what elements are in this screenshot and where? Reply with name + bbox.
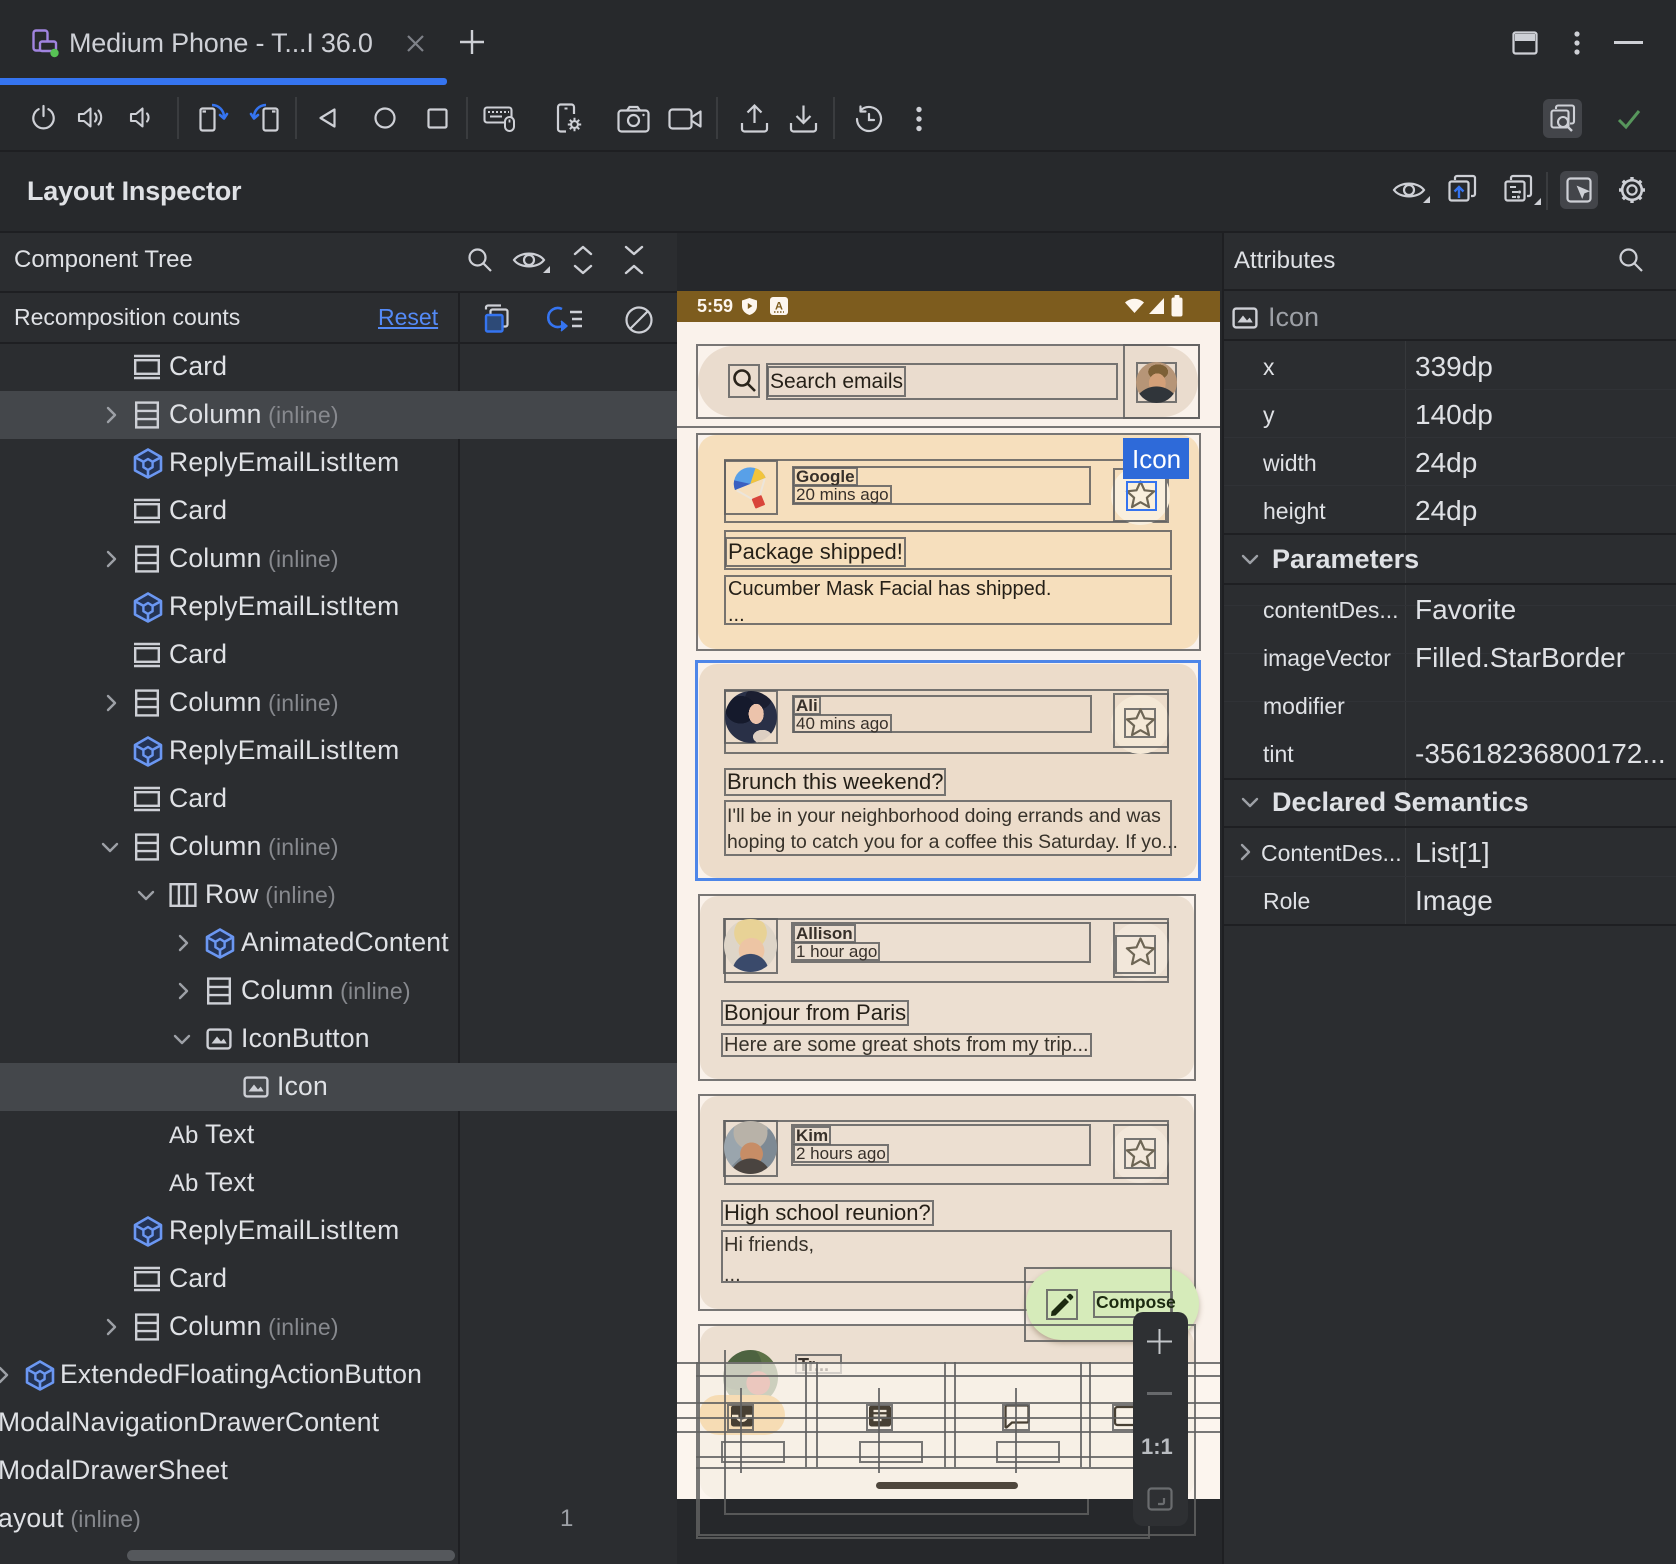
svg-text:A: A xyxy=(775,301,783,313)
